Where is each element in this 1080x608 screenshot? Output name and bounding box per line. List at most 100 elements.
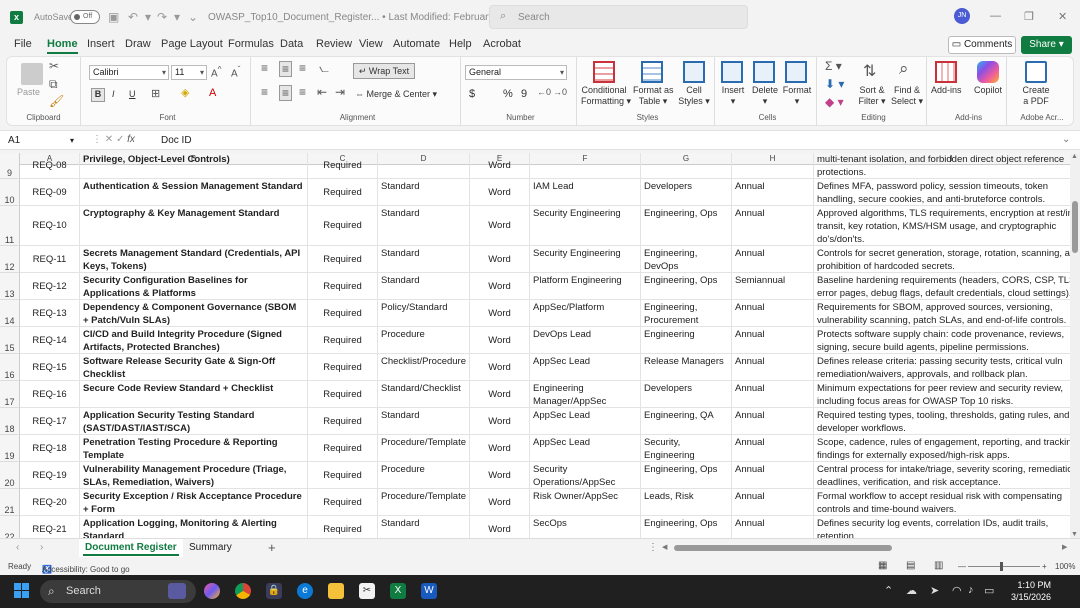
row-header[interactable]: 14 [0, 300, 20, 327]
align-center-icon[interactable]: ≡ [279, 85, 293, 101]
format-cells-button[interactable]: Format ▾ [781, 85, 813, 107]
tab-help[interactable]: Help [449, 38, 472, 50]
scroll-right-icon[interactable]: ▶ [1062, 543, 1067, 551]
taskbar-clock[interactable]: 1:10 PM 3/15/2026 [1005, 579, 1051, 603]
conditional-formatting-icon[interactable] [593, 61, 615, 83]
fill-icon[interactable]: ⬇ ▾ [825, 77, 844, 91]
tab-review[interactable]: Review [316, 38, 352, 50]
cell-type[interactable]: Procedure [378, 462, 470, 489]
cell-status[interactable]: Required [308, 327, 378, 354]
cell-freq[interactable]: Annual [732, 516, 814, 538]
cell-audience[interactable]: Security, Engineering [641, 435, 732, 462]
cell-freq[interactable]: Semiannual [732, 273, 814, 300]
tray-overflow-icon[interactable]: ⌃ [884, 584, 893, 597]
cell-type[interactable]: Standard [378, 516, 470, 538]
cell-format[interactable]: Word [470, 153, 530, 179]
row-header[interactable]: 21 [0, 489, 20, 516]
cell-owner[interactable]: SecOps [530, 516, 641, 538]
row-header[interactable]: 10 [0, 179, 20, 206]
cell-audience[interactable]: Engineering [641, 327, 732, 354]
row-header[interactable]: 9 [0, 153, 20, 179]
cell-status[interactable]: Required [308, 206, 378, 246]
snipping-tool-icon[interactable]: ✂ [359, 583, 375, 599]
delete-cells-icon[interactable] [753, 61, 775, 83]
horizontal-scroll-thumb[interactable] [674, 545, 892, 551]
cell-id[interactable]: REQ-17 [20, 408, 80, 435]
cell-audience[interactable]: Release Managers [641, 354, 732, 381]
cell-format[interactable]: Word [470, 246, 530, 273]
tab-home[interactable]: Home [47, 38, 78, 54]
cell-freq[interactable]: Annual [732, 300, 814, 327]
cell-freq[interactable]: Annual [732, 179, 814, 206]
cell-owner[interactable]: IAM Lead [530, 179, 641, 206]
create-pdf-icon[interactable] [1025, 61, 1047, 83]
cell-type[interactable]: Standard/Checklist [378, 381, 470, 408]
align-left-icon[interactable]: ≡ [261, 85, 268, 99]
cell-id[interactable]: REQ-21 [20, 516, 80, 538]
tab-view[interactable]: View [359, 38, 383, 50]
row-header[interactable]: 18 [0, 408, 20, 435]
sheet-tab-summary[interactable]: Summary [183, 539, 238, 557]
copilot-app-icon[interactable] [204, 583, 220, 599]
cell-audience[interactable]: Engineering, QA [641, 408, 732, 435]
cell-desc[interactable]: multi-tenant isolation, and forbidden di… [814, 153, 1070, 179]
row-header[interactable]: 22 [0, 516, 20, 538]
cell-status[interactable]: Required [308, 462, 378, 489]
create-pdf-button[interactable]: Create a PDF [1017, 85, 1055, 107]
cell-id[interactable]: REQ-16 [20, 381, 80, 408]
delete-cells-button[interactable]: Delete ▾ [749, 85, 781, 107]
cell-owner[interactable] [530, 153, 641, 179]
cell-title[interactable]: Application Security Testing Standard (S… [80, 408, 308, 435]
vertical-scrollbar[interactable]: ▲ ▼ [1070, 153, 1080, 538]
cell-format[interactable]: Word [470, 516, 530, 538]
cell-audience[interactable]: Developers [641, 179, 732, 206]
row-header[interactable]: 12 [0, 246, 20, 273]
function-icon[interactable]: fx [127, 134, 135, 145]
tab-insert[interactable]: Insert [87, 38, 115, 50]
zoom-out-icon[interactable]: — [958, 562, 966, 571]
wifi-icon[interactable]: ◠ [952, 584, 962, 597]
format-cells-icon[interactable] [785, 61, 807, 83]
tab-acrobat[interactable]: Acrobat [483, 38, 521, 50]
comma-style-button[interactable]: 9 [521, 89, 527, 100]
normal-view-icon[interactable]: ▦ [878, 560, 887, 571]
format-as-table-icon[interactable] [641, 61, 663, 83]
scroll-down-icon[interactable]: ▼ [1071, 531, 1078, 538]
row-header[interactable]: 16 [0, 354, 20, 381]
cell-freq[interactable]: Annual [732, 435, 814, 462]
cell-desc[interactable]: Central process for intake/triage, sever… [814, 462, 1070, 489]
cell-type[interactable]: Standard [378, 408, 470, 435]
cell-freq[interactable] [732, 153, 814, 179]
cell-freq[interactable]: Annual [732, 381, 814, 408]
cut-icon[interactable]: ✂ [49, 59, 59, 73]
cell-freq[interactable]: Annual [732, 354, 814, 381]
row-header[interactable]: 11 [0, 206, 20, 246]
cell-title[interactable]: Security Configuration Baselines for App… [80, 273, 308, 300]
cell-id[interactable]: REQ-12 [20, 273, 80, 300]
merge-center-button[interactable]: ⇔ Merge & Center ▾ [355, 89, 437, 100]
cell-owner[interactable]: Security Engineering [530, 206, 641, 246]
save-icon[interactable]: ▣ [108, 10, 119, 24]
cell-title[interactable]: Software Release Security Gate & Sign-Of… [80, 354, 308, 381]
avatar[interactable]: JN [954, 8, 970, 24]
cell-id[interactable]: REQ-11 [20, 246, 80, 273]
cell-freq[interactable]: Annual [732, 246, 814, 273]
file-explorer-icon[interactable] [328, 583, 344, 599]
cell-desc[interactable]: Protects software supply chain: code pro… [814, 327, 1070, 354]
row-header[interactable]: 15 [0, 327, 20, 354]
cell-desc[interactable]: Approved algorithms, TLS requirements, e… [814, 206, 1070, 246]
cell-title[interactable]: Vulnerability Management Procedure (Tria… [80, 462, 308, 489]
cell-type[interactable]: Procedure/Template [378, 435, 470, 462]
paste-label[interactable]: Paste [17, 87, 40, 98]
cell-owner[interactable]: AppSec Lead [530, 435, 641, 462]
cell-id[interactable]: REQ-13 [20, 300, 80, 327]
search-box[interactable]: ⌕ Search [489, 5, 748, 29]
cell-desc[interactable]: Minimum expectations for peer review and… [814, 381, 1070, 408]
decrease-indent-icon[interactable]: ⇤ [317, 85, 327, 99]
windows-start-icon[interactable] [14, 583, 30, 599]
cell-title[interactable]: CI/CD and Build Integrity Procedure (Sig… [80, 327, 308, 354]
minimize-icon[interactable]: — [990, 10, 1001, 22]
increase-decimal-icon[interactable]: ←0 [537, 87, 551, 97]
cell-title[interactable]: Application Logging, Monitoring & Alerti… [80, 516, 308, 538]
customize-toolbar-icon[interactable]: ⌄ [188, 10, 198, 24]
